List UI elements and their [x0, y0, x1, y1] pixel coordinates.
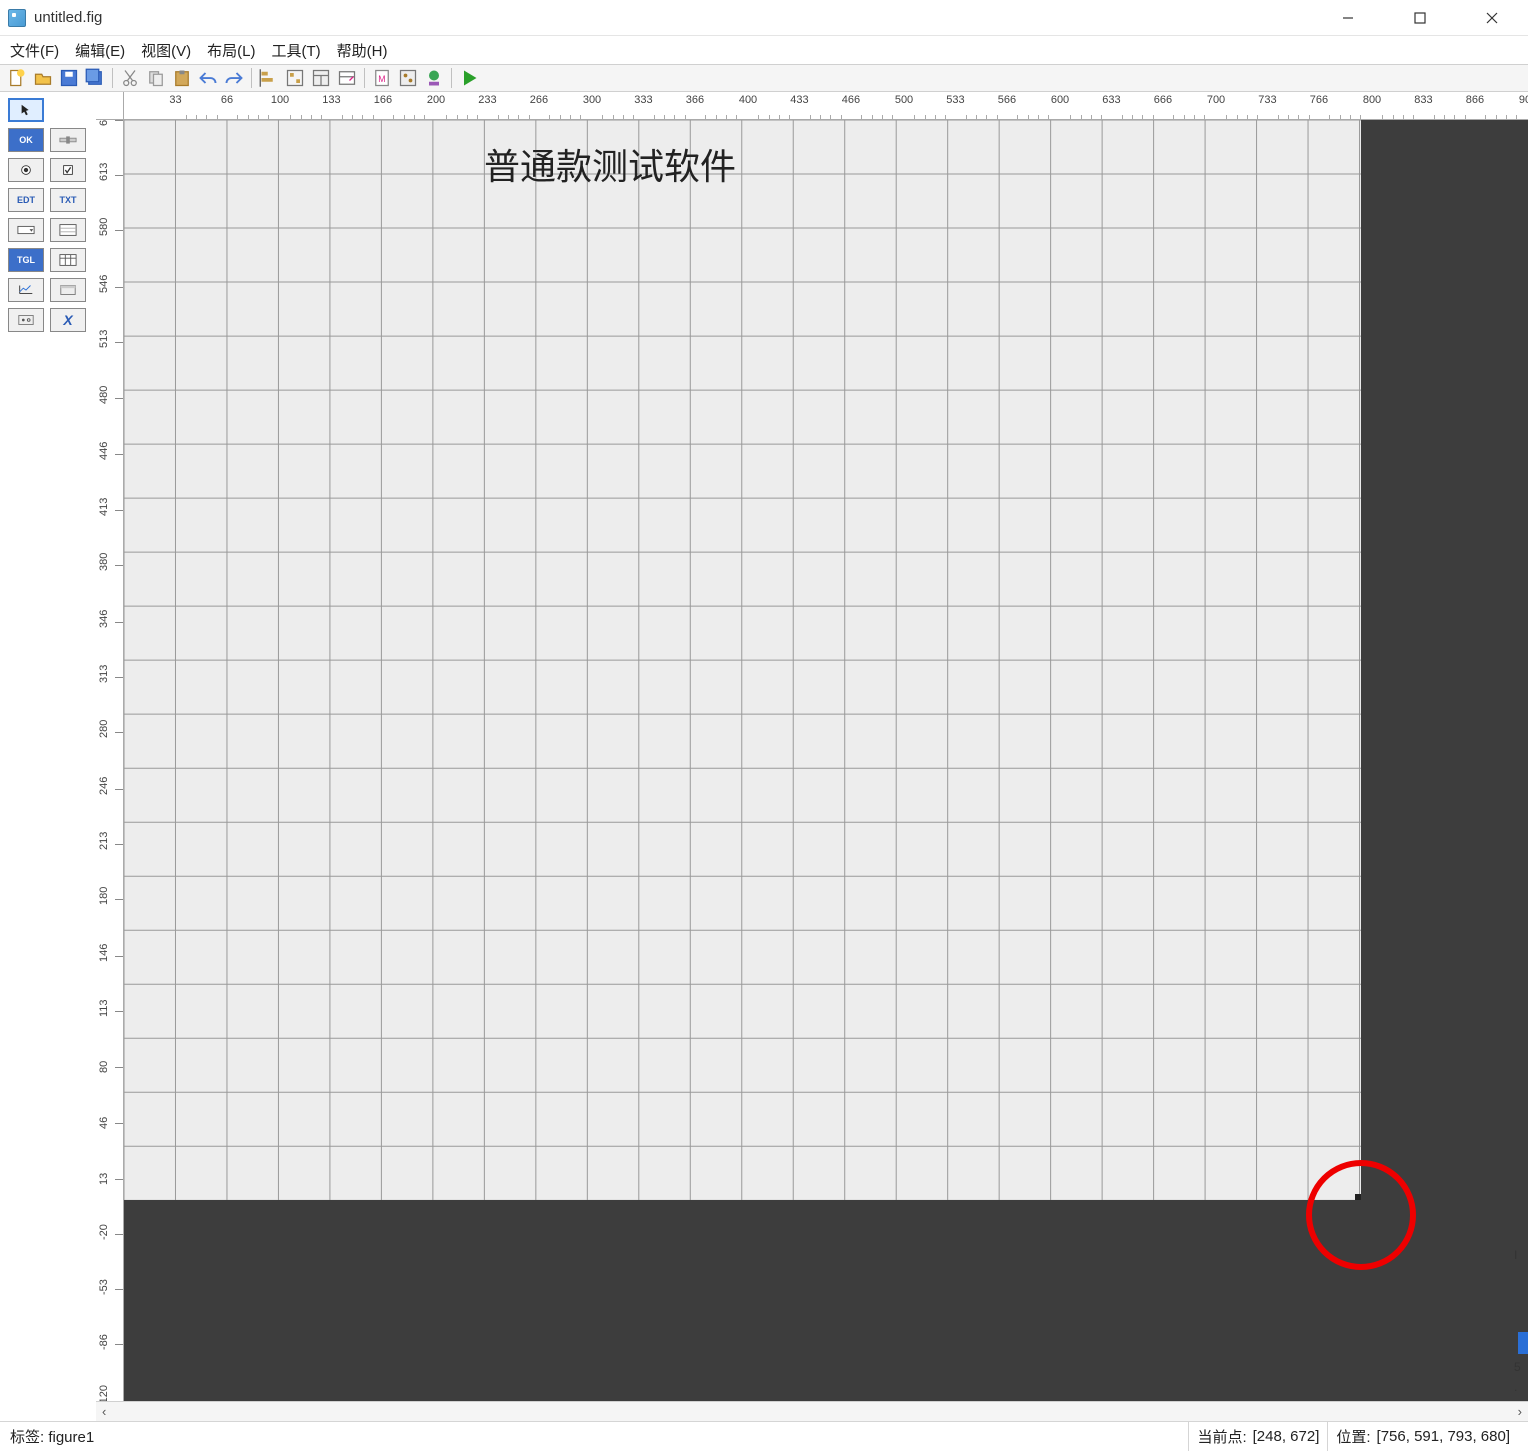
status-position: 位置: [756, 591, 793, 680]	[1327, 1422, 1518, 1451]
menu-edit[interactable]: 编辑(E)	[75, 40, 125, 61]
edge-letter: .	[1514, 1380, 1528, 1394]
open-folder-icon[interactable]	[32, 67, 54, 89]
titlebar: untitled.fig	[0, 0, 1528, 36]
palette-listbox[interactable]	[50, 218, 86, 242]
palette-axes[interactable]	[8, 278, 44, 302]
save-icon[interactable]	[58, 67, 80, 89]
app-icon	[8, 9, 26, 27]
minimize-button[interactable]	[1328, 3, 1368, 33]
status-current-point-value: [248, 672]	[1253, 1428, 1320, 1445]
property-icon[interactable]	[336, 67, 358, 89]
color-icon[interactable]	[423, 67, 445, 89]
grid-overlay	[124, 120, 1361, 1200]
toolbar-separator	[451, 68, 452, 88]
align-icon[interactable]	[258, 67, 280, 89]
horizontal-ruler[interactable]: 3366100133166200233266300333366400433466…	[124, 92, 1528, 120]
design-canvas[interactable]: 普通款测试软件	[124, 120, 1528, 1401]
palette-static-text[interactable]: TXT	[50, 188, 86, 212]
undo-icon[interactable]	[197, 67, 219, 89]
menubar: 文件(F) 编辑(E) 视图(V) 布局(L) 工具(T) 帮助(H)	[0, 36, 1528, 64]
ruler-corner	[96, 92, 124, 120]
menu-layout[interactable]: 布局(L)	[207, 40, 255, 61]
menu-view[interactable]: 视图(V)	[141, 40, 191, 61]
palette-activex[interactable]: X	[50, 308, 86, 332]
menu-help[interactable]: 帮助(H)	[337, 40, 388, 61]
edge-blue-sliver	[1518, 1332, 1528, 1354]
status-current-point: 当前点: [248, 672]	[1188, 1422, 1327, 1451]
edge-letter: I	[1514, 1248, 1528, 1262]
scroll-left-icon[interactable]: ‹	[102, 1404, 106, 1419]
select-tool[interactable]	[8, 98, 44, 122]
palette-push-button[interactable]: OK	[8, 128, 44, 152]
cut-icon[interactable]	[119, 67, 141, 89]
status-tag-value: figure1	[48, 1429, 94, 1446]
annotation-circle	[1306, 1160, 1416, 1270]
toolbar-separator	[112, 68, 113, 88]
palette-slider[interactable]	[50, 128, 86, 152]
m-file-icon[interactable]: M	[371, 67, 393, 89]
status-position-value: [756, 591, 793, 680]	[1377, 1428, 1510, 1445]
status-position-label: 位置:	[1336, 1426, 1370, 1447]
palette-radio-button[interactable]	[8, 158, 44, 182]
status-tag: 标签: figure1	[10, 1426, 1188, 1447]
toolbar: M	[0, 64, 1528, 92]
run-icon[interactable]	[458, 67, 480, 89]
figure-background[interactable]: 普通款测试软件	[124, 120, 1361, 1200]
new-file-icon[interactable]	[6, 67, 28, 89]
palette-toggle-button[interactable]: TGL	[8, 248, 44, 272]
object-browser-icon[interactable]	[397, 67, 419, 89]
paste-icon[interactable]	[171, 67, 193, 89]
layout-editor-icon[interactable]	[310, 67, 332, 89]
save-all-icon[interactable]	[84, 67, 106, 89]
status-tag-label: 标签:	[10, 1429, 44, 1446]
menu-tools[interactable]: 工具(T)	[272, 40, 321, 61]
edge-letter: 5	[1514, 1360, 1528, 1374]
component-palette: OK EDT TXT TGL X	[0, 92, 96, 1421]
horizontal-scrollbar[interactable]: ‹ ›	[96, 1401, 1528, 1421]
window-title: untitled.fig	[34, 9, 1328, 26]
statusbar: 标签: figure1 当前点: [248, 672] 位置: [756, 59…	[0, 1421, 1528, 1451]
maximize-button[interactable]	[1400, 3, 1440, 33]
status-current-point-label: 当前点:	[1197, 1426, 1246, 1447]
copy-icon[interactable]	[145, 67, 167, 89]
canvas-title-label[interactable]: 普通款测试软件	[484, 138, 736, 190]
scroll-right-icon[interactable]: ›	[1518, 1404, 1522, 1419]
palette-popup-menu[interactable]	[8, 218, 44, 242]
toolbar-separator	[364, 68, 365, 88]
workarea: 3366100133166200233266300333366400433466…	[96, 92, 1528, 1421]
distribute-icon[interactable]	[284, 67, 306, 89]
palette-button-group[interactable]	[8, 308, 44, 332]
close-button[interactable]	[1472, 3, 1512, 33]
vertical-ruler[interactable]: 6466135805465134804464133803463132802462…	[96, 120, 124, 1401]
toolbar-separator	[251, 68, 252, 88]
main-area: OK EDT TXT TGL X 336610013316	[0, 92, 1528, 1421]
svg-text:M: M	[378, 74, 385, 84]
menu-file[interactable]: 文件(F)	[10, 40, 59, 61]
palette-panel[interactable]	[50, 278, 86, 302]
palette-checkbox[interactable]	[50, 158, 86, 182]
redo-icon[interactable]	[223, 67, 245, 89]
window-buttons	[1328, 3, 1520, 33]
palette-edit-text[interactable]: EDT	[8, 188, 44, 212]
palette-table[interactable]	[50, 248, 86, 272]
